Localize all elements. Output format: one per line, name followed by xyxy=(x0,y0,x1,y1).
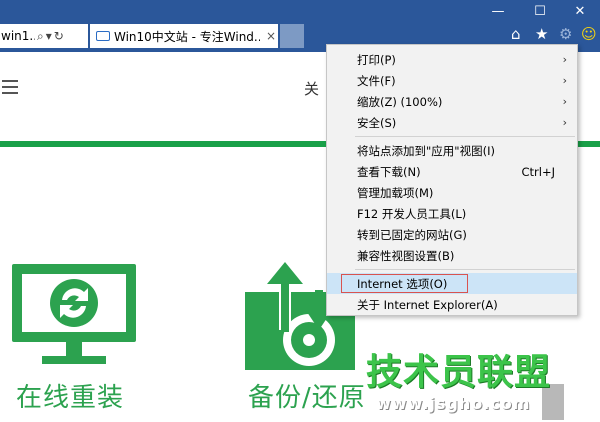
watermark-url: www.jsgho.com xyxy=(376,394,531,413)
menu-separator xyxy=(355,269,575,270)
menu-item-file[interactable]: 文件(F) › xyxy=(327,70,577,91)
address-bar[interactable]: win1... ⌕ ▾ ↻ xyxy=(0,24,88,48)
menu-item-f12-devtools[interactable]: F12 开发人员工具(L) xyxy=(327,203,577,224)
tab-close-icon[interactable]: × xyxy=(266,29,276,43)
address-text: win1... xyxy=(1,29,35,43)
menu-item-about-ie[interactable]: 关于 Internet Explorer(A) xyxy=(327,294,577,315)
tile-label-reinstall[interactable]: 在线重装 xyxy=(16,377,124,414)
menu-item-print[interactable]: 打印(P) › xyxy=(327,49,577,70)
tab-title: Win10中文站 - 专注Wind... xyxy=(114,29,260,44)
close-window-button[interactable]: ✕ xyxy=(560,0,600,22)
menu-item-manage-addons[interactable]: 管理加载项(M) xyxy=(327,182,577,203)
dropdown-arrow-icon[interactable]: ▾ xyxy=(46,29,52,43)
watermark: 技术员联盟 www.jsgho.com xyxy=(366,352,566,413)
monitor-refresh-icon[interactable] xyxy=(10,262,138,372)
menu-item-compatibility-view[interactable]: 兼容性视图设置(B) xyxy=(327,245,577,266)
site-favicon-icon xyxy=(96,31,110,41)
favorites-star-icon[interactable]: ★ xyxy=(535,25,548,43)
tile-label-backup[interactable]: 备份/还原 xyxy=(248,377,366,414)
minimize-button[interactable]: — xyxy=(478,0,518,22)
submenu-arrow-icon: › xyxy=(562,95,567,108)
maximize-button[interactable]: ☐ xyxy=(520,0,560,22)
hamburger-menu-icon[interactable] xyxy=(2,80,18,98)
menu-item-zoom[interactable]: 缩放(Z) (100%) › xyxy=(327,91,577,112)
new-tab-button[interactable] xyxy=(280,24,304,48)
watermark-title: 技术员联盟 xyxy=(366,352,552,393)
home-icon[interactable]: ⌂ xyxy=(511,25,521,43)
settings-gear-icon[interactable]: ⚙ xyxy=(559,25,572,43)
smiley-feedback-icon[interactable]: ☺ xyxy=(581,25,597,43)
submenu-arrow-icon: › xyxy=(562,74,567,87)
shortcut-text: Ctrl+J xyxy=(521,164,556,179)
menu-item-add-to-apps[interactable]: 将站点添加到"应用"视图(I) xyxy=(327,140,577,161)
menu-item-security[interactable]: 安全(S) › xyxy=(327,112,577,133)
submenu-arrow-icon: › xyxy=(562,116,567,129)
tools-menu: 打印(P) › 文件(F) › 缩放(Z) (100%) › 安全(S) › 将站点添加… xyxy=(326,44,578,316)
refresh-icon[interactable]: ↻ xyxy=(54,29,64,43)
menu-separator xyxy=(355,136,575,137)
tab-active[interactable]: Win10中文站 - 专注Wind... × xyxy=(90,24,278,48)
highlight-annotation-box xyxy=(341,274,468,293)
submenu-arrow-icon: › xyxy=(562,53,567,66)
nav-item-partial[interactable]: 关 xyxy=(304,78,319,99)
menu-item-pinned-sites[interactable]: 转到已固定的网站(G) xyxy=(327,224,577,245)
menu-item-view-downloads[interactable]: 查看下载(N) Ctrl+J xyxy=(327,161,577,182)
search-icon[interactable]: ⌕ xyxy=(37,29,44,44)
